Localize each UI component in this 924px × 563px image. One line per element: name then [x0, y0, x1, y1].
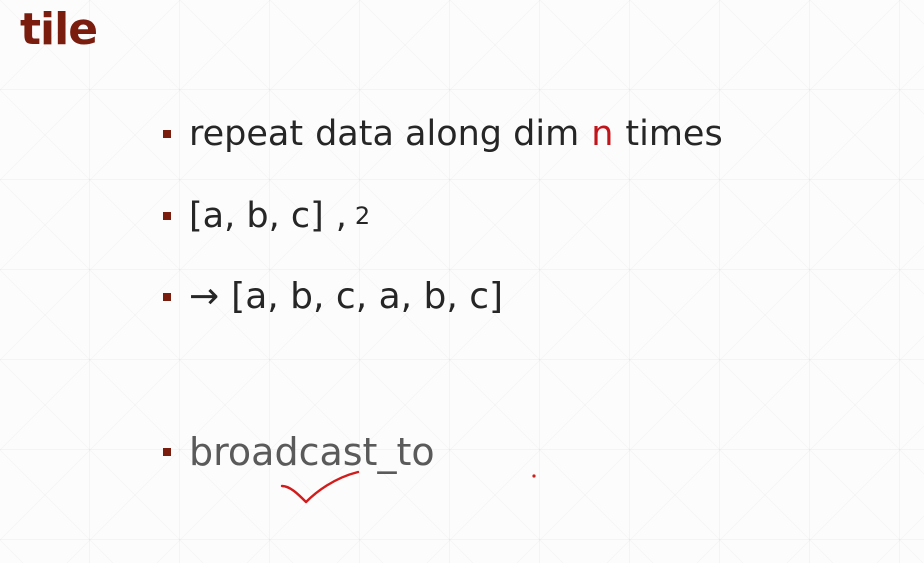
bullet-output: → [a, b, c, a, b, c] [163, 276, 503, 317]
bullet-input: [a, b, c] , 2 [163, 196, 370, 236]
ink-dot [532, 474, 536, 478]
bullet-text-repeat: repeat [189, 114, 304, 154]
bullet-text-data-along-dim: data along dim [315, 114, 580, 154]
highlight-n: n [591, 114, 614, 154]
bullet-repeat: repeat data along dim n times [163, 114, 723, 154]
input-list: [a, b, c] [189, 196, 324, 236]
bullet-marker [163, 130, 171, 138]
slide-title: tile [20, 4, 98, 55]
output-list: [a, b, c, a, b, c] [231, 276, 504, 317]
handwritten-checkmark-stroke [280, 470, 360, 504]
repeat-count: 2 [354, 202, 371, 230]
right-arrow-icon: → [189, 276, 220, 317]
bullet-text-times: times [625, 114, 723, 154]
bullet-marker [163, 212, 171, 220]
input-separator: , [335, 196, 347, 236]
checkmark-icon [280, 470, 536, 504]
bullet-marker [163, 292, 171, 301]
bullet-marker [163, 448, 171, 456]
